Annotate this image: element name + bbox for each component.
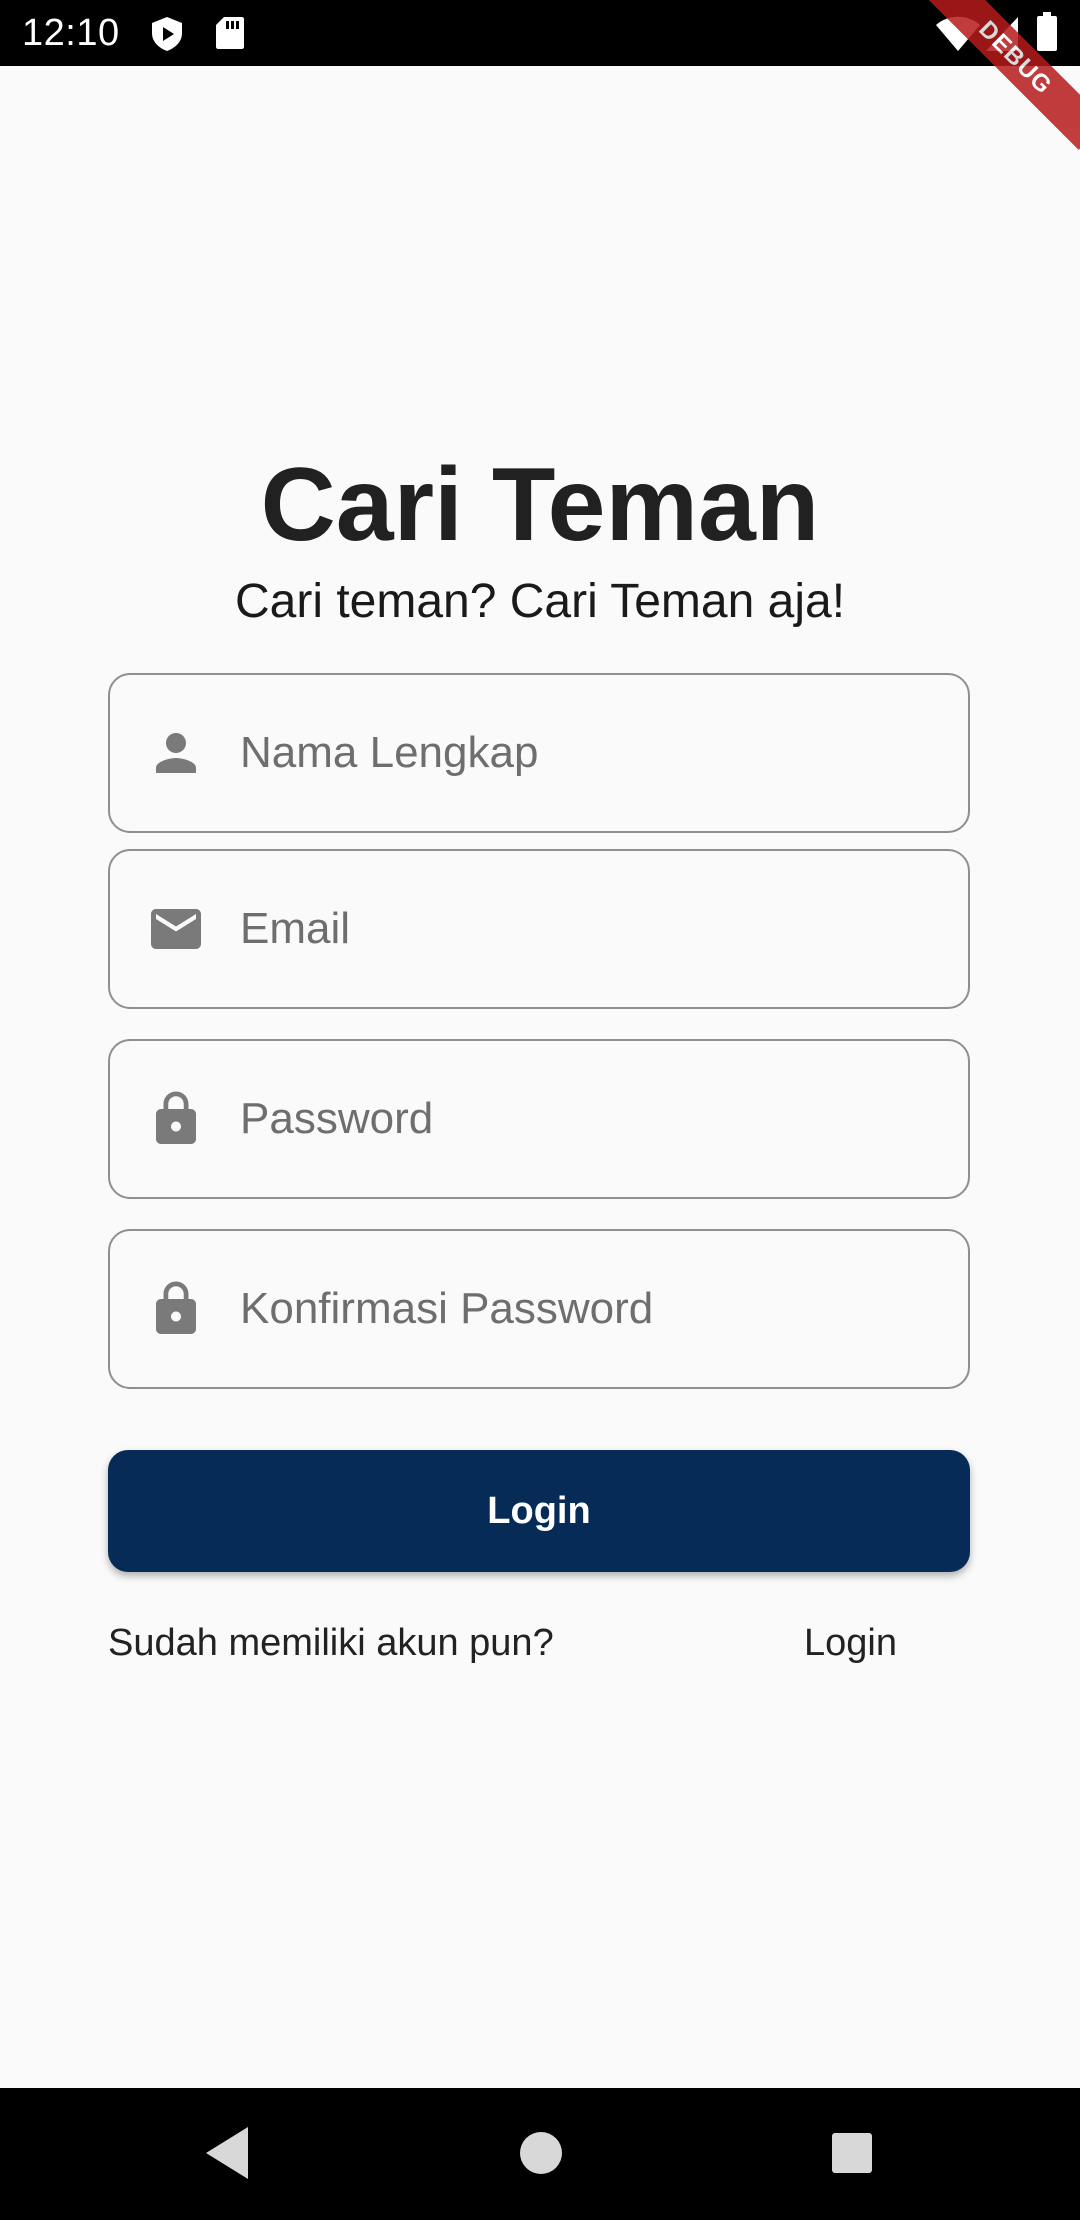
- app-subtitle: Cari teman? Cari Teman aja!: [234, 575, 846, 628]
- password-input[interactable]: [240, 1041, 940, 1197]
- login-link[interactable]: Login: [804, 1618, 897, 1668]
- lock-icon: [146, 1279, 206, 1339]
- person-icon: [146, 723, 206, 783]
- mail-icon: [146, 899, 206, 959]
- status-time: 12:10: [22, 12, 120, 54]
- email-field[interactable]: [108, 849, 970, 1009]
- login-button[interactable]: Login: [108, 1450, 970, 1572]
- email-input[interactable]: [240, 851, 940, 1007]
- full-name-field[interactable]: [108, 673, 970, 833]
- password-field[interactable]: [108, 1039, 970, 1199]
- back-icon[interactable]: [200, 2124, 252, 2182]
- sd-card-icon: [215, 16, 245, 50]
- shield-icon: [150, 16, 184, 52]
- status-bar: 12:10: [0, 0, 1080, 66]
- confirm-password-input[interactable]: [240, 1231, 940, 1387]
- navigation-bar: [0, 2088, 1080, 2220]
- app-title: Cari Teman: [260, 447, 820, 563]
- confirm-password-field[interactable]: [108, 1229, 970, 1389]
- battery-icon: [1036, 12, 1058, 52]
- home-icon[interactable]: [515, 2124, 567, 2182]
- recents-icon[interactable]: [826, 2124, 878, 2182]
- account-prompt: Sudah memiliki akun pun?: [108, 1622, 554, 1664]
- full-name-input[interactable]: [240, 675, 940, 831]
- lock-icon: [146, 1089, 206, 1149]
